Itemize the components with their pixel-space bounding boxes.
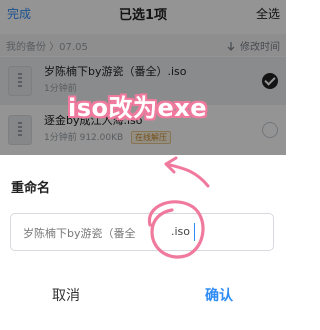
cancel-button[interactable]: 取消 — [52, 285, 80, 305]
confirm-button[interactable]: 确认 — [205, 285, 233, 305]
dialog-title: 重命名 — [11, 181, 51, 196]
rename-dialog: 重命名 岁陈楠下by游瓷（番全 .iso 取消 确认 — [0, 155, 286, 330]
filename-value: 岁陈楠下by游瓷（番全 — [23, 227, 136, 240]
filename-extension: .iso — [171, 225, 191, 238]
file-manager-screen: 完成 已选1项 全选 我的备份 〉07.05 修改时间 岁陈楠下by游瓷（番全）… — [0, 0, 286, 330]
dim-overlay — [0, 0, 286, 155]
filename-input[interactable]: 岁陈楠下by游瓷（番全 .iso — [10, 213, 274, 251]
annotation-text: iso改为exe — [68, 94, 208, 122]
text-caret — [194, 223, 195, 241]
